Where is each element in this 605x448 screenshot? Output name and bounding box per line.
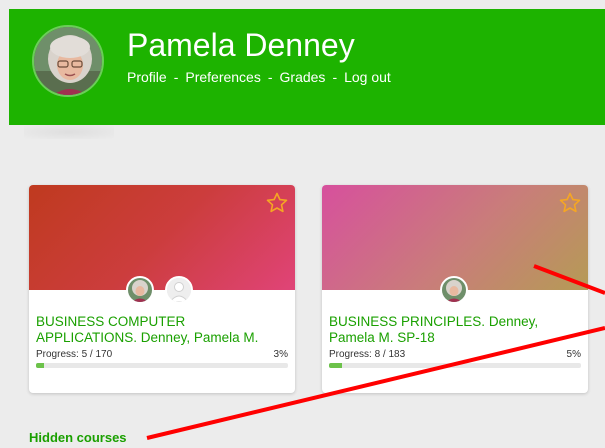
placeholder-avatar[interactable] [165,276,193,304]
course-subtitle: Denney, Pamela M. [140,330,259,345]
profile-photo-icon [34,27,102,95]
profile-nav: Profile - Preferences - Grades - Log out [127,68,391,86]
progress-label: Progress: 8 / 183 [329,349,406,360]
course-title-link[interactable]: BUSINESS COMPUTER APPLICATIONS. Denney, … [36,314,288,346]
nav-separator: - [173,69,179,85]
course-title: BUSINESS PRINCIPLES. [329,314,486,329]
course-card[interactable]: BUSINESS PRINCIPLES. Denney, Pamela M. S… [322,185,588,393]
teacher-avatar[interactable] [126,276,154,304]
user-placeholder-icon [167,278,191,302]
nav-grades-link[interactable]: Grades [280,69,326,85]
hidden-courses-link[interactable]: Hidden courses [29,430,127,445]
header-shadow [24,125,114,139]
star-outline-icon[interactable] [265,191,289,215]
star-outline-icon[interactable] [558,191,582,215]
teacher-avatar[interactable] [440,276,468,304]
nav-profile-link[interactable]: Profile [127,69,167,85]
nav-separator: - [267,69,273,85]
course-banner[interactable] [322,185,588,290]
progress-bar [329,363,581,368]
course-card[interactable]: BUSINESS COMPUTER APPLICATIONS. Denney, … [29,185,295,393]
profile-header: Pamela Denney Profile - Preferences - Grades… [9,9,605,125]
teacher-photo-icon [442,278,466,302]
progress-label: Progress: 5 / 170 [36,349,113,360]
teacher-photo-icon [128,278,152,302]
progress-fill [36,363,44,368]
progress-percent: 3% [273,349,288,360]
user-avatar[interactable] [32,25,104,97]
course-title-link[interactable]: BUSINESS PRINCIPLES. Denney, Pamela M. S… [329,314,581,346]
user-name: Pamela Denney [127,27,355,63]
nav-preferences-link[interactable]: Preferences [185,69,260,85]
progress-percent: 5% [566,349,581,360]
nav-logout-link[interactable]: Log out [344,69,391,85]
progress-fill [329,363,342,368]
course-banner[interactable] [29,185,295,290]
progress-bar [36,363,288,368]
nav-separator: - [332,69,338,85]
